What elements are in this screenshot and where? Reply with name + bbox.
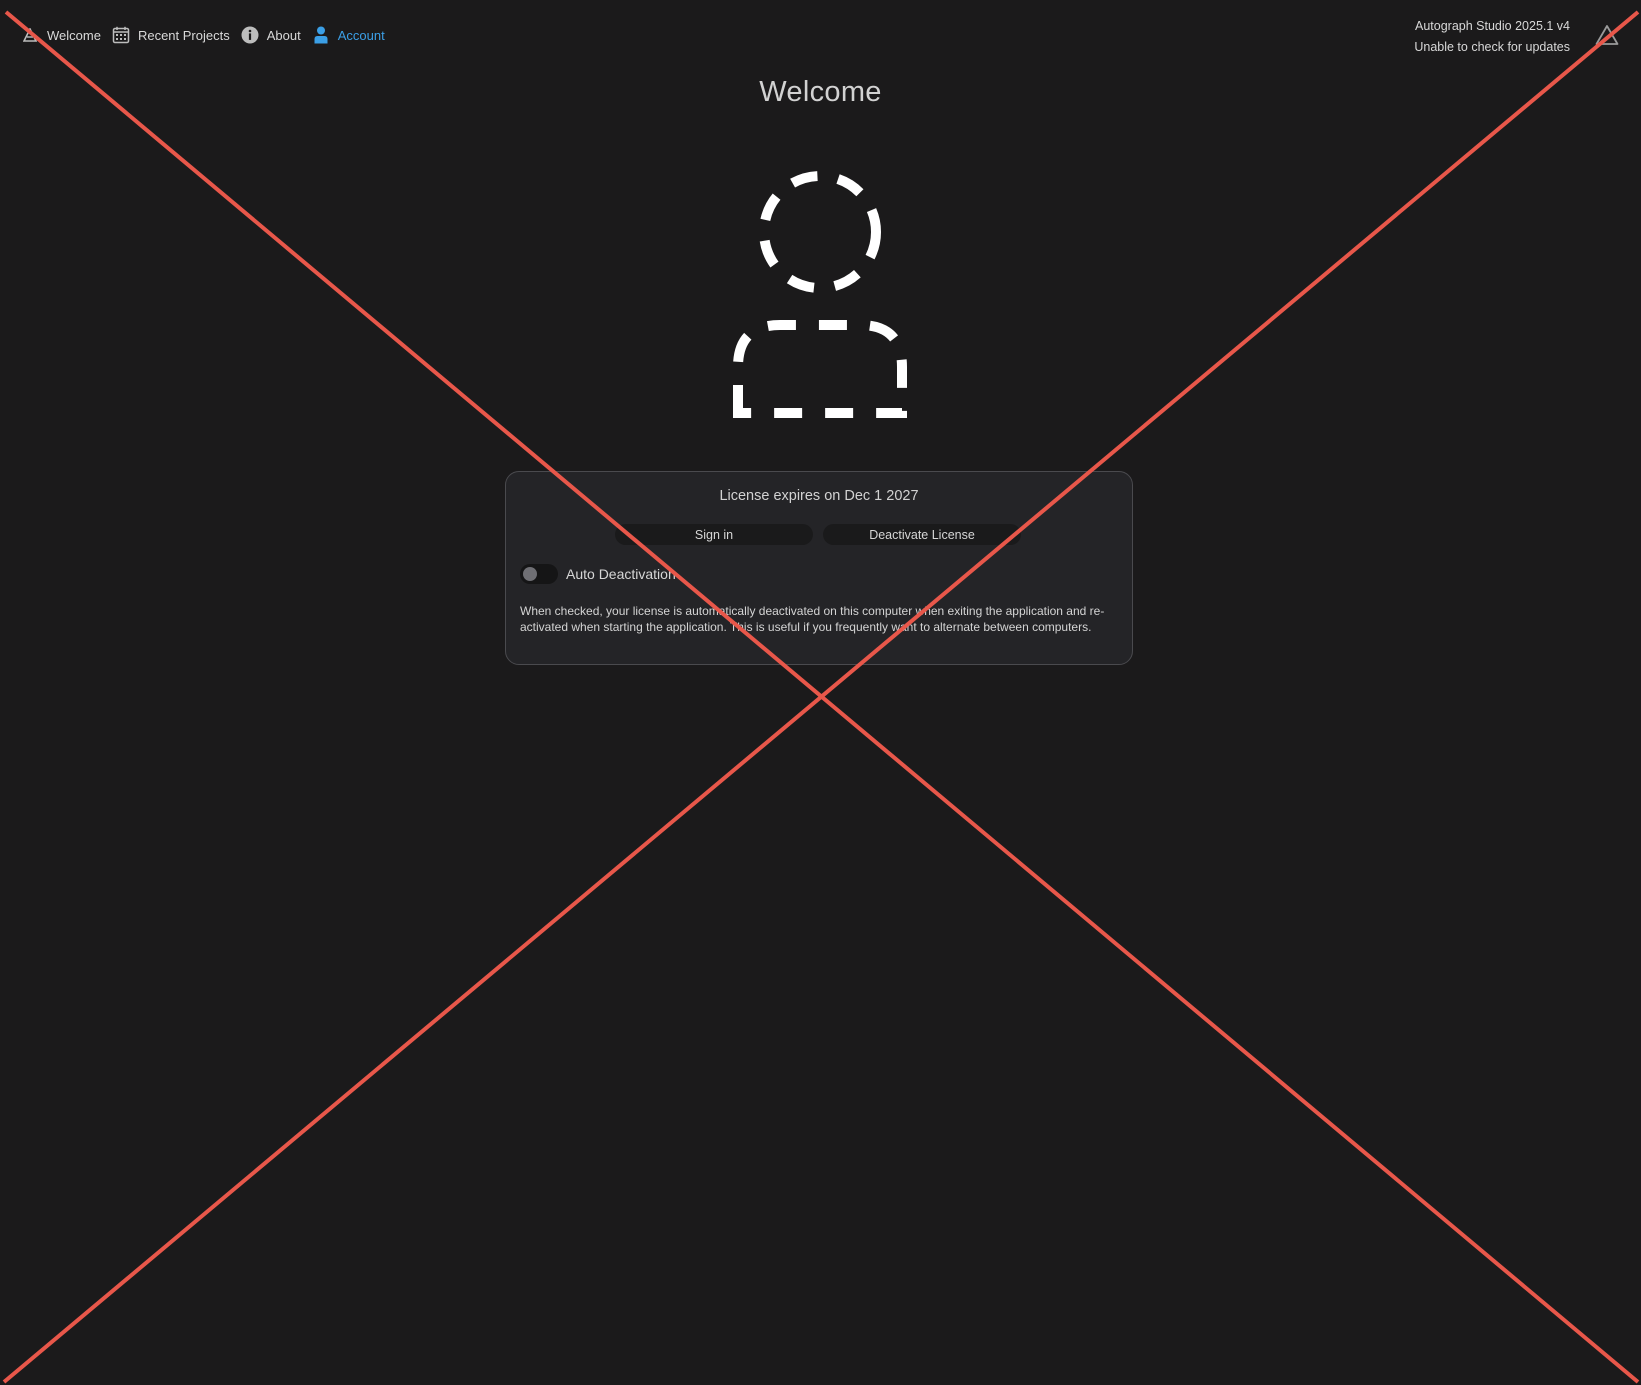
toggle-knob: [523, 567, 537, 581]
auto-deactivation-toggle[interactable]: [520, 564, 558, 584]
sign-in-button[interactable]: Sign in: [615, 524, 813, 545]
info-icon: [240, 25, 260, 45]
nav-item-about[interactable]: About: [240, 25, 301, 45]
auto-deactivation-description: When checked, your license is automatica…: [520, 604, 1105, 634]
deactivate-license-button[interactable]: Deactivate License: [823, 524, 1021, 545]
auto-deactivation-label: Auto Deactivation: [566, 566, 676, 582]
update-status-text: Unable to check for updates: [1414, 40, 1570, 54]
nav-item-welcome[interactable]: Welcome: [20, 25, 101, 45]
nav-item-label: Account: [337, 27, 385, 43]
nav-item-recent-projects[interactable]: Recent Projects: [111, 25, 230, 45]
user-icon: [311, 25, 331, 45]
app-logo-icon: [20, 25, 40, 45]
nav-item-label: Recent Projects: [137, 27, 230, 43]
nav-item-label: Welcome: [47, 27, 101, 43]
dashed-user-avatar-icon: [720, 165, 920, 425]
calendar-icon: [111, 25, 131, 45]
page-title: Welcome: [759, 76, 882, 108]
nav-item-account[interactable]: Account: [311, 25, 385, 45]
auto-deactivation-row: Auto Deactivation: [520, 564, 676, 584]
nav-item-label: About: [266, 27, 301, 43]
account-page: Welcome Recent Projects About Account Au…: [0, 0, 1641, 1385]
version-text: Autograph Studio 2025.1 v4: [1415, 19, 1570, 33]
license-expiry-text: License expires on Dec 1 2027: [719, 488, 919, 504]
top-nav: Welcome Recent Projects About Account: [20, 22, 395, 48]
license-card: License expires on Dec 1 2027 Sign in De…: [505, 471, 1133, 665]
warning-triangle-icon[interactable]: [1595, 24, 1619, 46]
version-info: Autograph Studio 2025.1 v4 Unable to che…: [1414, 16, 1570, 58]
